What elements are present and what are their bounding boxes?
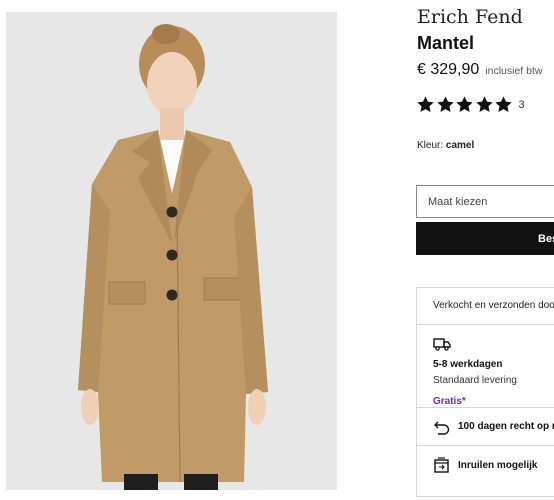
sold-by-row: Verkocht en verzonden door — [417, 288, 554, 325]
coat-photo-illustration — [6, 12, 337, 490]
price-tax-note: inclusief btw — [485, 65, 543, 77]
color-label: Kleur: — [417, 140, 446, 151]
color-value: camel — [445, 140, 475, 151]
rating-count: 3 — [518, 98, 525, 111]
add-to-cart-button[interactable]: Bestellen — [416, 222, 554, 255]
returns-row[interactable]: 100 dagen recht op retour — [417, 408, 554, 446]
star-icon — [417, 96, 434, 112]
add-to-cart-label: Bestellen — [538, 232, 554, 245]
size-select-placeholder: Maat kiezen — [428, 195, 488, 208]
exchange-row[interactable]: Inruilen mogelijk — [417, 446, 554, 484]
delivery-price: Gratis* — [433, 396, 466, 407]
rating[interactable]: 3 — [416, 95, 525, 114]
star-rating — [416, 95, 514, 114]
delivery-info-box: Verkocht en verzonden door 5-8 werkdagen… — [416, 287, 554, 497]
price: € 329,90 — [417, 61, 480, 78]
color-info: Kleur: camel — [417, 140, 474, 151]
sold-by-text: Verkocht en verzonden door — [433, 300, 554, 311]
brand-name[interactable]: Erich Fend — [417, 6, 523, 28]
price-row: € 329,90 inclusief btw — [417, 61, 542, 79]
size-select[interactable]: Maat kiezen — [416, 185, 554, 218]
return-arrow-icon — [434, 421, 450, 435]
star-icon — [436, 96, 454, 112]
product-image[interactable] — [6, 12, 337, 490]
star-icon — [456, 96, 473, 112]
returns-label: 100 dagen recht op retour — [458, 421, 554, 432]
star-icon — [495, 96, 512, 112]
exchange-box-icon — [434, 457, 449, 473]
product-title: Mantel — [417, 33, 475, 53]
delivery-days: 5-8 werkdagen — [433, 359, 503, 370]
truck-icon — [433, 338, 451, 351]
exchange-label: Inruilen mogelijk — [458, 459, 538, 471]
star-icon — [475, 96, 493, 112]
delivery-type: Standaard levering — [433, 375, 517, 386]
delivery-section: 5-8 werkdagen Standaard levering Gratis* — [417, 325, 554, 408]
